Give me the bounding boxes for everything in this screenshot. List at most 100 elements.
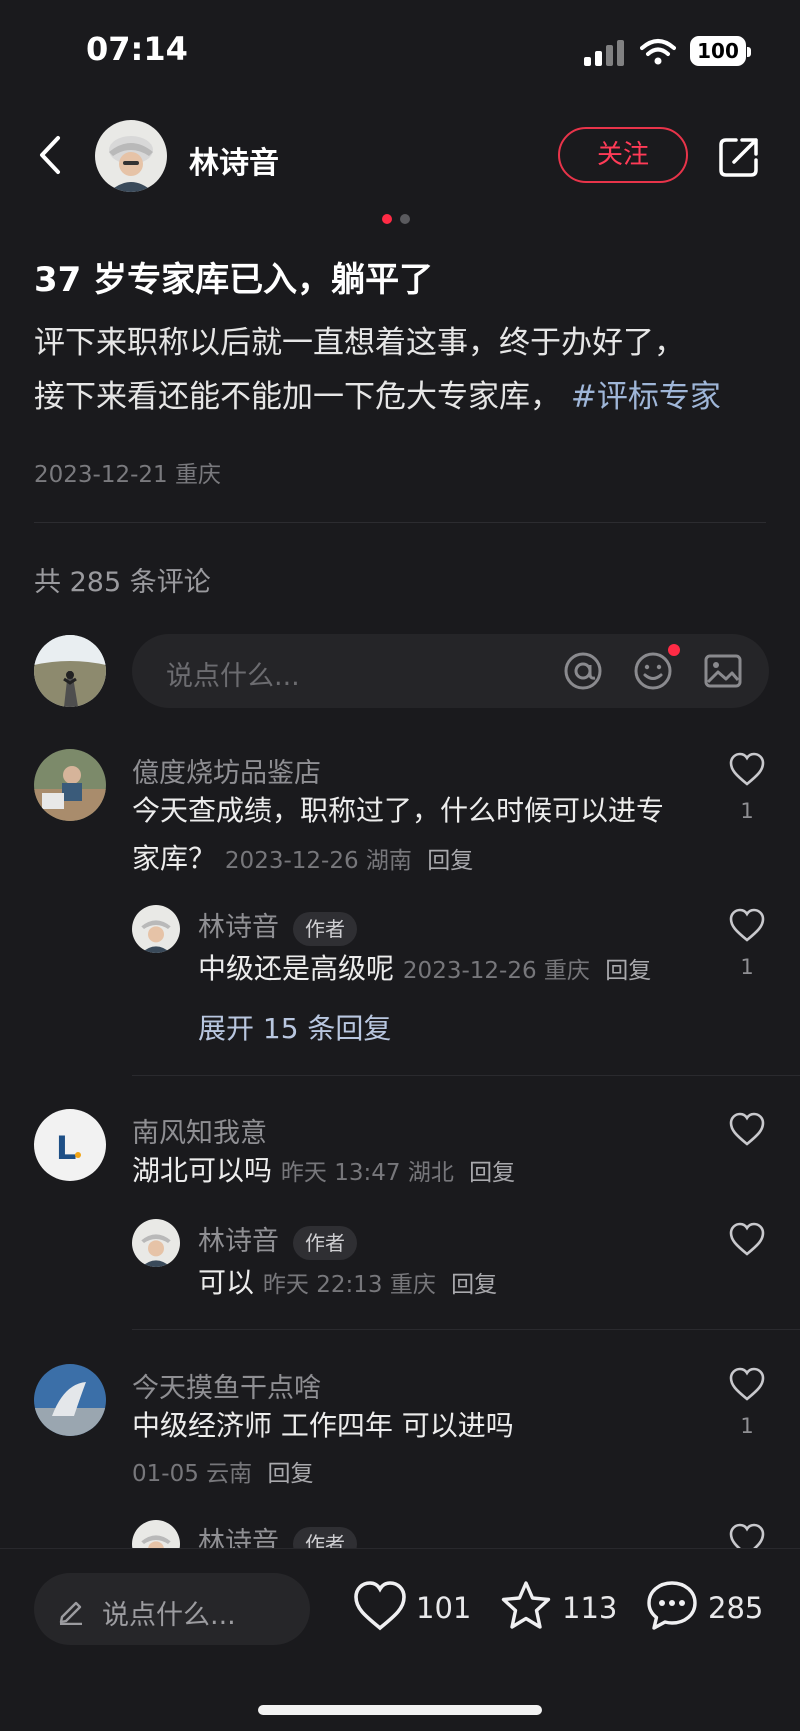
comment-like-button[interactable]: [727, 1111, 767, 1151]
home-indicator[interactable]: [258, 1705, 542, 1715]
reply-button[interactable]: 回复: [267, 1461, 313, 1487]
post-location: 重庆: [174, 462, 221, 488]
comment-text-end: 家库？: [132, 842, 217, 875]
back-icon[interactable]: [32, 132, 72, 178]
bottom-comment-input[interactable]: 说点什么...: [34, 1573, 310, 1645]
author-badge: 作者: [293, 1225, 357, 1260]
bottom-input-placeholder: 说点什么...: [102, 1600, 236, 1631]
commenter-name[interactable]: 今天摸鱼干点啥: [132, 1366, 321, 1405]
reply-button[interactable]: 回复: [605, 958, 651, 984]
comment-text-line: 家库？ 2023-12-26 湖南 回复: [132, 835, 712, 885]
comment-text: 今天查成绩，职称过了，什么时候可以进专 家库？ 2023-12-26 湖南 回复: [132, 787, 712, 885]
reply-meta: 昨天 22:13 重庆 回复: [263, 1272, 497, 1298]
like-button[interactable]: 101: [352, 1579, 471, 1639]
emoji-icon[interactable]: [632, 650, 674, 692]
post-header: 林诗音 关注: [0, 110, 800, 200]
comment-text: 中级经济师 工作四年 可以进吗 01-05 云南 回复: [132, 1402, 712, 1498]
reply-button[interactable]: 回复: [427, 848, 473, 874]
like-count: 1: [740, 1414, 754, 1438]
comment-text-line: 今天查成绩，职称过了，什么时候可以进专: [132, 794, 665, 827]
at-icon[interactable]: [562, 650, 604, 692]
heart-icon: [729, 1222, 765, 1256]
reply-time: 2023-12-26: [402, 958, 537, 984]
comments-button[interactable]: 285: [644, 1579, 774, 1639]
comment-meta: 2023-12-26 湖南 回复: [225, 848, 473, 874]
wifi-icon: [640, 39, 676, 65]
reply-time: 昨天 22:13: [262, 1272, 383, 1298]
post-title: 37 岁专家库已入，躺平了: [34, 260, 434, 300]
commenter-avatar[interactable]: [34, 749, 106, 821]
battery-indicator: 100: [690, 36, 751, 66]
post-body-line: 评下来职称以后就一直想着这事，终于办好了，: [34, 325, 685, 361]
reply-avatar[interactable]: [132, 1219, 180, 1267]
reply-avatar[interactable]: [132, 905, 180, 953]
comment-icon: [647, 1581, 697, 1630]
commenter-avatar[interactable]: L: [34, 1109, 106, 1181]
commenter-name[interactable]: 億度烧坊品鉴店: [132, 751, 321, 790]
comment-text: 湖北可以吗 昨天 13:47 湖北 回复: [132, 1147, 712, 1197]
reply-content: 中级还是高级呢: [198, 952, 395, 985]
like-count: 1: [740, 955, 754, 979]
hashtag-link[interactable]: #评标专家: [571, 379, 721, 415]
reply-author: 林诗音 作者: [198, 905, 357, 946]
reply-button[interactable]: 回复: [469, 1160, 515, 1186]
svg-text:L: L: [56, 1129, 76, 1167]
heart-icon: [729, 1112, 765, 1146]
comment-separator: [132, 1075, 800, 1076]
reply-text: 中级还是高级呢 2023-12-26 重庆 回复: [198, 945, 698, 995]
comment-location: 湖北: [407, 1160, 454, 1186]
comment-input[interactable]: 说点什么...: [132, 634, 769, 708]
commenter-avatar[interactable]: [34, 1364, 106, 1436]
comments-count: 285: [708, 1591, 764, 1625]
reply-location: 重庆: [543, 958, 590, 984]
author-avatar[interactable]: [95, 120, 167, 192]
image-icon[interactable]: [702, 650, 744, 692]
notification-dot: [668, 644, 680, 656]
favorite-button[interactable]: 113: [498, 1579, 617, 1639]
comment-like-button[interactable]: 1: [727, 1366, 767, 1438]
post-body-text: 接下来看还能不能加一下危大专家库，: [34, 379, 561, 415]
reply-like-button[interactable]: [727, 1221, 767, 1261]
reply-meta: 2023-12-26 重庆 回复: [403, 958, 651, 984]
my-avatar: [34, 635, 106, 707]
bottom-action-bar: 说点什么... 101 113 285: [0, 1548, 800, 1731]
follow-button[interactable]: 关注: [558, 127, 688, 183]
comment-location: 云南: [206, 1461, 253, 1487]
author-badge: 作者: [293, 911, 357, 946]
share-icon[interactable]: [716, 134, 762, 180]
commenter-name[interactable]: 南风知我意: [132, 1111, 267, 1150]
comment-count: 共 285 条评论: [34, 567, 211, 598]
comment-meta: 昨天 13:47 湖北 回复: [281, 1160, 515, 1186]
comment-separator: [132, 1329, 800, 1330]
favorite-count: 113: [562, 1591, 618, 1625]
comment-location: 湖南: [365, 848, 412, 874]
comment-input-placeholder: 说点什么...: [166, 661, 300, 692]
star-icon: [501, 1581, 551, 1629]
comment-time: 2023-12-26: [224, 848, 359, 874]
comment-time: 昨天 13:47: [280, 1160, 401, 1186]
post-meta: 2023-12-21 重庆: [34, 455, 221, 489]
reply-location: 重庆: [389, 1272, 436, 1298]
status-bar: 07:14 100: [0, 0, 800, 100]
expand-replies-button[interactable]: 展开 15 条回复: [198, 1007, 391, 1047]
like-count: 101: [416, 1591, 472, 1625]
post-date: 2023-12-21: [34, 462, 168, 488]
heart-icon: [729, 908, 765, 942]
pencil-icon: [59, 1601, 82, 1625]
comment-time: 01-05: [132, 1461, 199, 1487]
comment-like-button[interactable]: 1: [727, 751, 767, 823]
post-body-line: 接下来看还能不能加一下危大专家库， #评标专家: [34, 370, 774, 424]
reply-author: 林诗音 作者: [198, 1219, 357, 1260]
reply-content: 可以: [198, 1266, 255, 1299]
like-count: 1: [740, 799, 754, 823]
reply-button[interactable]: 回复: [451, 1272, 497, 1298]
signal-icon: [584, 40, 626, 66]
author-name[interactable]: 林诗音: [189, 138, 279, 182]
reply-author-name[interactable]: 林诗音: [198, 1226, 279, 1257]
comment-content: 湖北可以吗: [132, 1154, 273, 1187]
reply-author-name[interactable]: 林诗音: [198, 912, 279, 943]
comment-meta: 01-05 云南 回复: [132, 1450, 712, 1498]
divider: [34, 522, 766, 523]
reply-like-button[interactable]: 1: [727, 907, 767, 979]
comment-content: 中级经济师 工作四年 可以进吗: [132, 1409, 514, 1442]
